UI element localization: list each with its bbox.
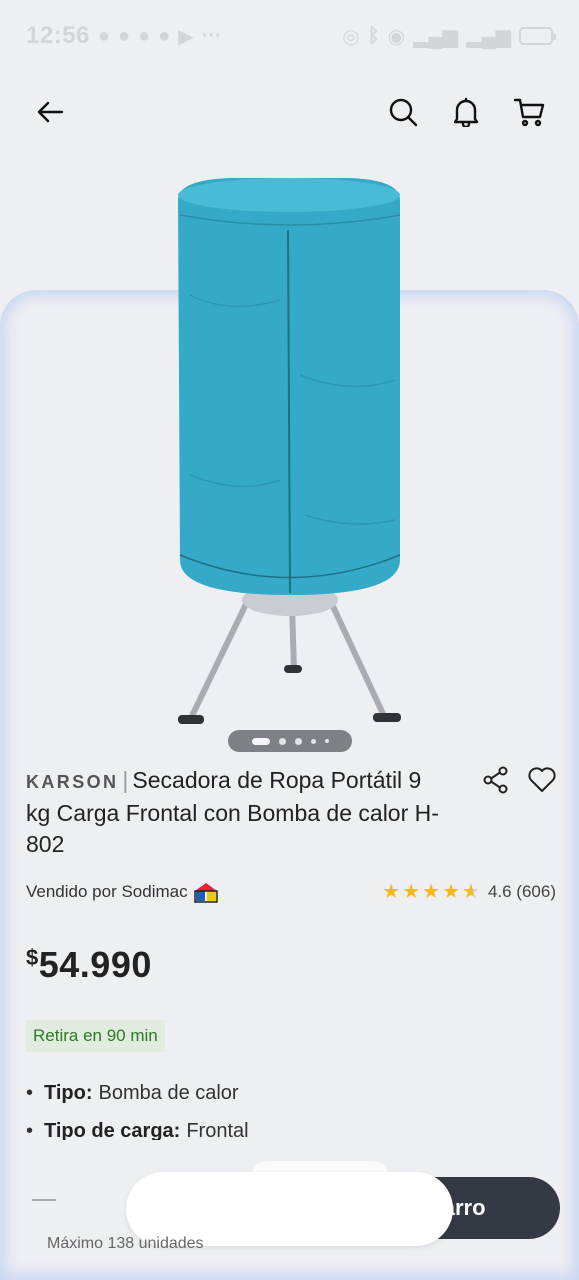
battery-icon <box>519 27 556 45</box>
star-icon: ★ <box>442 881 461 903</box>
rating[interactable]: ★ ★ ★ ★ ★ 4.6 (606) <box>382 882 556 902</box>
youtube-icon: ▶ <box>178 25 194 48</box>
bullet: • <box>26 1082 34 1104</box>
back-button[interactable] <box>28 90 72 134</box>
carousel-dot[interactable] <box>324 739 329 743</box>
spec-value: Frontal <box>186 1120 249 1140</box>
bell-icon <box>453 97 479 127</box>
sodimac-logo-icon <box>193 883 218 903</box>
top-bar <box>0 88 579 140</box>
spec-item: • Tipo: Bomba de calor <box>26 1082 556 1120</box>
chat-icon: ● <box>117 24 131 47</box>
search-button[interactable] <box>381 90 425 134</box>
carousel-dot[interactable] <box>310 738 316 744</box>
star-icon: ★ <box>422 881 441 903</box>
bluetooth-icon: ᛒ <box>367 24 380 47</box>
price: $54.990 <box>26 944 152 986</box>
brand-name[interactable]: KARSON <box>26 772 118 792</box>
chat-icon: ● <box>97 24 110 47</box>
carousel-indicator[interactable] <box>228 730 352 752</box>
max-units-note: Máximo 138 unidades <box>47 1235 204 1252</box>
search-icon <box>389 98 418 127</box>
share-icon[interactable] <box>483 766 509 794</box>
status-bar: 12:56 ● ● ● ● ▶ ··· ◎ ᛒ ◉ ▂▄▆ ▂▄▆ <box>0 0 579 72</box>
product-image[interactable] <box>170 175 410 735</box>
status-time: 12:56 <box>26 22 90 49</box>
signal-icon: ▂▄▆ <box>413 25 459 48</box>
title-separator: | <box>122 767 129 793</box>
spec-value: Bomba de calor <box>98 1082 239 1104</box>
spec-list: • Tipo: Bomba de calor • Tipo de carga: … <box>26 1082 556 1140</box>
more-dots-icon: ··· <box>201 24 222 47</box>
star-icon: ★ <box>382 881 401 903</box>
cart-icon <box>513 98 545 127</box>
back-arrow-icon <box>37 101 64 123</box>
quantity-decrease-button[interactable] <box>22 1185 66 1215</box>
product-photo <box>178 178 401 724</box>
half-star-icon: ★ <box>462 881 480 903</box>
cart-button[interactable] <box>507 90 551 134</box>
signal-icon: ▂▄▆ <box>466 25 511 48</box>
spec-label: Tipo: <box>44 1082 93 1104</box>
notifications-button[interactable] <box>444 90 488 134</box>
purchase-bar: 1 carro Máximo 138 unidades <box>0 1145 579 1280</box>
whatsapp-icon: ● <box>158 24 171 47</box>
seller-row: Vendido por Sodimac ★ ★ ★ ★ ★ 4.6 (606) <box>26 878 556 906</box>
spec-item: • Tipo de carga: Frontal <box>26 1120 556 1140</box>
bullet: • <box>26 1120 34 1140</box>
carousel-dot-active[interactable] <box>251 737 270 745</box>
star-icon: ★ <box>402 881 421 903</box>
carousel-dot[interactable] <box>294 737 302 745</box>
pickup-badge: Retira en 90 min <box>26 1020 165 1052</box>
price-amount: 54.990 <box>38 944 152 985</box>
heart-icon[interactable] <box>527 766 557 794</box>
spec-label: Tipo de carga: <box>44 1120 181 1140</box>
seller-text: Vendido por Sodimac <box>26 882 188 901</box>
title-actions <box>483 766 557 794</box>
rating-text: 4.6 (606) <box>487 882 556 901</box>
carousel-dot[interactable] <box>278 737 286 745</box>
hotspot-icon: ◉ <box>387 25 406 48</box>
product-title-block: KARSON | Secadora de Ropa Portátil 9 kg Ca… <box>26 765 446 860</box>
messenger-icon: ● <box>138 24 151 47</box>
currency-symbol: $ <box>26 945 39 970</box>
eye-icon: ◎ <box>342 25 360 48</box>
